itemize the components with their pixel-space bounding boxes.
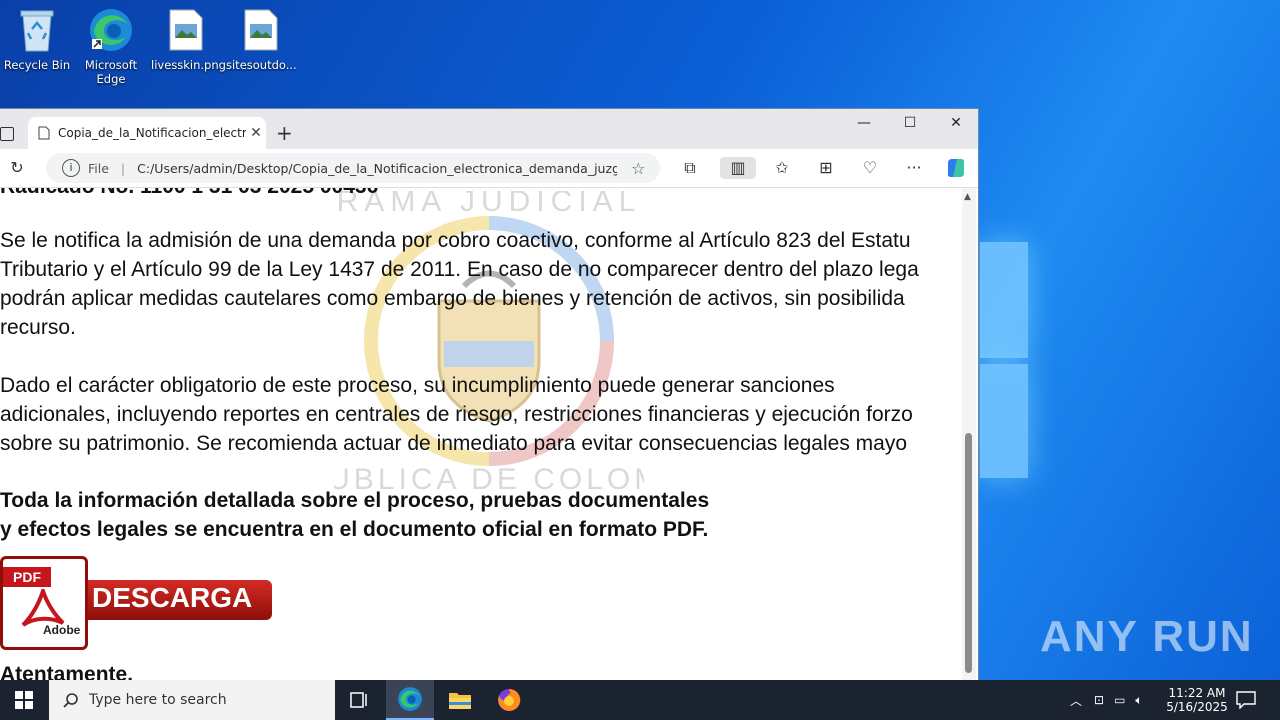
volume-icon[interactable]: 🔈︎	[1135, 693, 1142, 708]
address-bar[interactable]: i File | C:/Users/admin/Desktop/Copia_de…	[46, 153, 660, 183]
desktop-icon-label: sitesoutdo...	[226, 58, 297, 72]
clock[interactable]: 11:22 AM 5/16/2025	[1166, 680, 1228, 720]
workspaces-icon[interactable]	[0, 127, 14, 141]
start-button[interactable]	[0, 680, 48, 720]
search-placeholder: Type here to search	[89, 692, 227, 708]
para1-line: Se le notifica la admisión de una demand…	[0, 229, 911, 252]
para2-line: sobre su patrimonio. Se recomienda actua…	[0, 432, 907, 455]
taskbar: Type here to search ︿ ⊡ ▭ 🔈︎ 11:22 AM 5/…	[0, 680, 1280, 720]
desktop-icon-label: Recycle Bin	[3, 58, 71, 72]
anyrun-watermark: ANY RUN	[1040, 612, 1254, 661]
bold-notice-line: y efectos legales se encuentra en el doc…	[0, 518, 709, 541]
new-tab-button[interactable]: +	[276, 121, 293, 145]
address-prefix: File	[88, 160, 109, 176]
closing-text: Atentamente.	[0, 663, 134, 681]
clock-time: 11:22 AM	[1168, 686, 1226, 700]
image-file-icon	[162, 6, 210, 54]
network-adapter-icon[interactable]: ⊡	[1094, 693, 1104, 707]
desktop-icon-recycle-bin[interactable]: Recycle Bin	[2, 6, 72, 72]
browser-tab[interactable]: Copia_de_la_Notificacion_electro ✕	[28, 117, 266, 149]
document-icon	[38, 126, 50, 140]
system-tray: ︿ ⊡ ▭ 🔈︎	[1070, 680, 1151, 720]
para2-line: Dado el carácter obligatorio de este pro…	[0, 374, 835, 397]
refresh-icon[interactable]: ↻	[6, 157, 28, 179]
extensions-icon[interactable]: ⧉	[679, 157, 701, 179]
search-icon	[63, 693, 78, 708]
desktop-icon-label: Microsoft Edge	[84, 58, 138, 86]
edge-window: Copia_de_la_Notificacion_electro ✕ + — ☐…	[0, 108, 979, 681]
browser-essentials-icon[interactable]: ♡	[859, 157, 881, 179]
desktop-icon-sitesoutdo[interactable]: sitesoutdo...	[226, 6, 297, 72]
copilot-icon[interactable]	[945, 157, 967, 179]
recycle-bin-icon	[13, 6, 61, 54]
pdf-download-button[interactable]: DESCARGA PDF Adobe	[0, 556, 276, 650]
desktop-icon-label: livesskin.png	[151, 58, 226, 72]
clock-date: 5/16/2025	[1166, 700, 1228, 714]
pdf-notification-page: RAMA JUDICIAL REPUBLICA DE COLOMBIA Radi…	[0, 188, 962, 681]
network-icon[interactable]: ▭	[1114, 693, 1125, 707]
close-window-button[interactable]: ✕	[934, 115, 978, 131]
title-bar: Copia_de_la_Notificacion_electro ✕ + — ☐…	[0, 109, 978, 149]
file-explorer-icon[interactable]	[436, 680, 484, 720]
maximize-button[interactable]: ☐	[888, 115, 932, 131]
task-view-icon[interactable]	[336, 680, 384, 720]
firefox-icon[interactable]	[485, 680, 533, 720]
desktop-icon-livesskin[interactable]: livesskin.png	[151, 6, 226, 72]
show-hidden-icons[interactable]: ︿	[1070, 692, 1082, 709]
case-number-line: Radicado No. 1100 1 31 03 2025 00436	[0, 188, 378, 201]
pdf-file-icon: PDF Adobe	[0, 556, 88, 650]
wallpaper-windows-logo	[980, 240, 1030, 480]
vertical-scrollbar[interactable]: ▲	[962, 188, 976, 681]
url-text: C:/Users/admin/Desktop/Copia_de_la_Notif…	[137, 160, 618, 176]
seal-text-top: RAMA JUDICIAL	[337, 191, 642, 218]
para1-line: podrán aplicar medidas cautelares como e…	[0, 287, 905, 310]
tab-title: Copia_de_la_Notificacion_electro	[58, 126, 246, 140]
more-menu-icon[interactable]: ···	[903, 157, 925, 179]
favorites-icon[interactable]: ✩	[771, 157, 793, 179]
bold-notice-line: Toda la información detallada sobre el p…	[0, 489, 710, 512]
download-label: DESCARGA	[92, 582, 253, 613]
close-tab-icon[interactable]: ✕	[246, 125, 266, 141]
info-icon[interactable]: i	[62, 159, 80, 177]
taskbar-edge-icon[interactable]	[386, 680, 434, 720]
taskbar-search-box[interactable]: Type here to search	[49, 680, 335, 720]
para1-line: Tributario y el Artículo 99 de la Ley 14…	[0, 258, 919, 281]
minimize-button[interactable]: —	[842, 115, 886, 131]
para2-line: adicionales, incluyendo reportes en cent…	[0, 403, 913, 426]
scrollbar-thumb[interactable]	[965, 433, 972, 673]
collections-icon[interactable]: ⊞	[815, 157, 837, 179]
browser-toolbar: ↻ i File | C:/Users/admin/Desktop/Copia_…	[0, 149, 978, 188]
desktop-icon-edge[interactable]: Microsoft Edge	[76, 6, 146, 86]
split-screen-icon[interactable]: ▥	[720, 157, 756, 179]
notifications-icon[interactable]	[1236, 680, 1256, 720]
image-file-icon	[237, 6, 285, 54]
para1-line: recurso.	[0, 316, 76, 339]
favorite-star-icon[interactable]: ☆	[631, 159, 645, 178]
edge-icon	[87, 6, 135, 54]
